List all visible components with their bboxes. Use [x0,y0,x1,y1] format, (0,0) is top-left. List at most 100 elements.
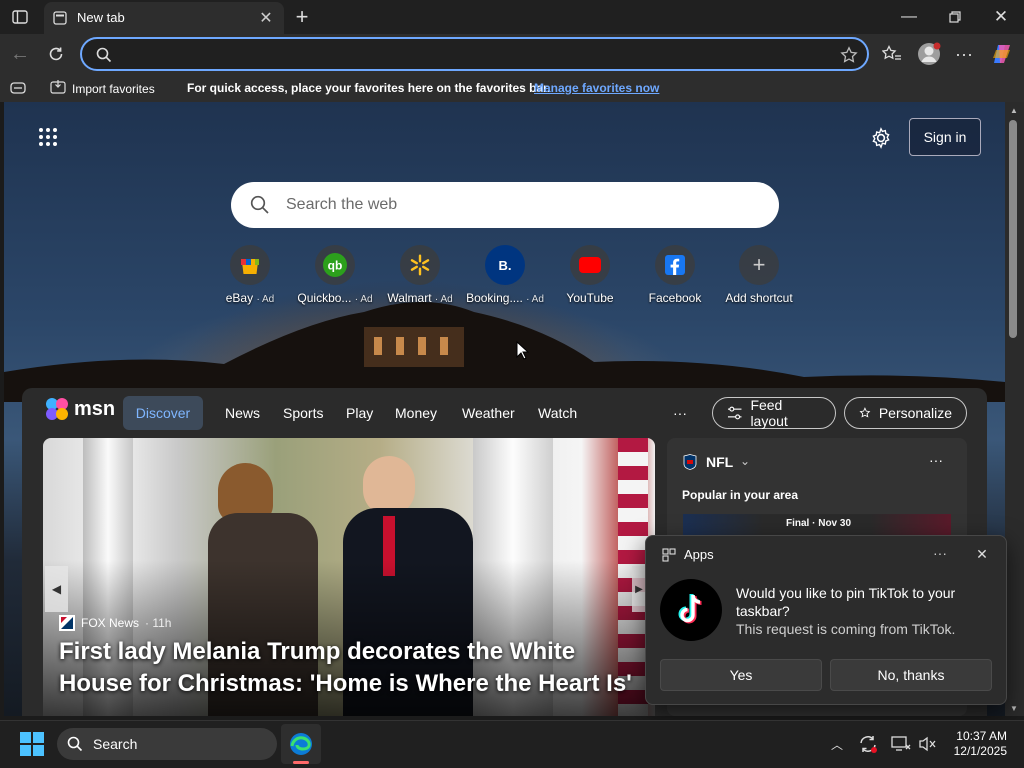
nav-sports[interactable]: Sports [283,405,323,421]
profile-icon[interactable] [915,40,943,68]
tiktok-icon [660,579,722,641]
newtab-page-icon [52,10,68,26]
app-launcher-icon[interactable] [38,127,58,147]
favorites-bar-message: For quick access, place your favorites h… [187,81,551,95]
close-tab-icon[interactable]: ✕ [256,8,276,28]
hero-source[interactable]: FOX News · 11h [59,615,171,631]
taskbar-edge-button[interactable] [281,724,321,764]
sidebar-toggle-icon[interactable] [8,79,28,97]
shortcut-walmart[interactable]: Walmart · Ad [375,245,465,305]
mouse-cursor-icon [516,341,530,360]
web-search-box[interactable]: Search the web [231,182,779,228]
tab-actions-icon[interactable] [8,5,32,29]
shortcut-label: Add shortcut [725,291,793,305]
shortcut-quickbooks[interactable]: qb Quickbo... · Ad [290,245,380,305]
shortcut-label: eBay [225,291,254,305]
scroll-down-icon[interactable]: ▼ [1006,702,1022,714]
booking-icon: B. [485,245,525,285]
notification-app-label: Apps [684,547,714,562]
shortcut-facebook[interactable]: Facebook [630,245,720,305]
import-icon [50,80,66,97]
shortcut-label: YouTube [566,291,614,305]
chevron-down-icon[interactable]: ⌄ [740,454,750,468]
taskbar-search[interactable]: Search [57,728,277,760]
nav-news[interactable]: News [225,405,260,421]
nav-more-icon[interactable]: ··· [673,405,687,421]
refresh-icon[interactable] [44,42,68,66]
ad-badge: · Ad [256,294,275,305]
card-more-icon[interactable]: ··· [929,452,943,468]
carousel-next-icon[interactable]: ▶ [632,566,646,612]
address-bar[interactable] [80,37,869,71]
taskbar-search-icon [67,736,83,752]
favorite-star-icon[interactable] [838,44,860,66]
no-thanks-button[interactable]: No, thanks [830,659,992,691]
nav-money[interactable]: Money [395,405,437,421]
popular-heading: Popular in your area [682,488,799,502]
personalize-button[interactable]: Personalize [844,397,967,429]
feed-layout-button[interactable]: Feed layout [712,397,836,429]
game-status: Final · Nov 30 [786,518,852,529]
taskbar-clock[interactable]: 10:37 AM 12/1/2025 [945,729,1007,759]
minimize-icon[interactable]: — [896,4,922,30]
network-icon[interactable] [891,735,911,753]
manage-favorites-link[interactable]: Manage favorites now [534,81,659,95]
sign-in-button[interactable]: Sign in [909,118,981,156]
search-placeholder: Search the web [286,196,398,213]
shortcut-label: Booking.... [466,291,523,305]
restore-icon[interactable] [942,4,968,30]
notification-close-icon[interactable]: ✕ [972,544,992,564]
windows-start-icon[interactable] [20,732,44,756]
nav-watch[interactable]: Watch [538,405,577,421]
tab-new-tab[interactable]: New tab ✕ [44,2,284,34]
shortcut-add[interactable]: + Add shortcut [714,245,804,305]
story-age: · 11h [145,616,172,630]
new-tab-icon[interactable]: + [289,4,315,30]
nav-discover[interactable]: Discover [123,396,203,430]
msn-logo[interactable]: msn [44,396,115,422]
hero-headline[interactable]: First lady Melania Trump decorates the W… [59,636,639,700]
shortcut-ebay[interactable]: eBay · Ad [205,245,295,305]
pin-app-notification: Apps ··· ✕ Would you like to pin TikTok … [645,535,1007,705]
shortcut-label: Walmart [387,291,432,305]
scroll-up-icon[interactable]: ▲ [1006,104,1022,116]
youtube-icon [570,245,610,285]
volume-muted-icon[interactable] [918,735,938,753]
close-window-icon[interactable]: ✕ [988,4,1014,30]
more-menu-icon[interactable]: ··· [952,42,976,66]
apps-icon [662,548,676,562]
nfl-league-label[interactable]: NFL [706,454,733,470]
source-name: FOX News [81,616,140,630]
scrollbar-thumb[interactable] [1009,120,1017,338]
nav-play[interactable]: Play [346,405,373,421]
import-favorites-label: Import favorites [72,81,155,96]
edge-browser-icon [290,733,312,755]
quickbooks-icon: qb [315,245,355,285]
import-favorites-button[interactable]: Import favorites [50,80,155,97]
sync-icon[interactable] [858,734,878,754]
notification-subtext: This request is coming from TikTok. [736,621,956,637]
fox-news-icon [59,615,75,631]
shortcut-youtube[interactable]: YouTube [545,245,635,305]
svg-text:qb: qb [328,259,343,273]
notification-more-icon[interactable]: ··· [933,545,947,561]
tray-chevron-up-icon[interactable]: ︿ [828,734,846,754]
clock-time: 10:37 AM [956,729,1007,743]
ad-badge: · Ad [526,294,544,305]
yes-button[interactable]: Yes [660,659,822,691]
copilot-icon[interactable] [988,40,1016,68]
carousel-prev-icon[interactable]: ◀ [45,566,68,612]
search-icon [94,45,114,65]
back-icon[interactable]: ← [8,42,32,66]
msn-logo-text: msn [74,397,116,420]
feed-layout-label: Feed layout [750,397,788,429]
add-shortcut-icon: + [739,245,779,285]
favorites-icon[interactable] [880,42,904,66]
ad-badge: · Ad [434,294,453,305]
nav-weather[interactable]: Weather [462,405,515,421]
shortcut-booking[interactable]: B. Booking.... · Ad [460,245,550,305]
msn-butterfly-icon [46,398,68,420]
shortcut-label: Quickbo... [297,291,352,305]
shortcut-label: Facebook [648,291,702,305]
settings-gear-icon[interactable] [868,125,894,151]
